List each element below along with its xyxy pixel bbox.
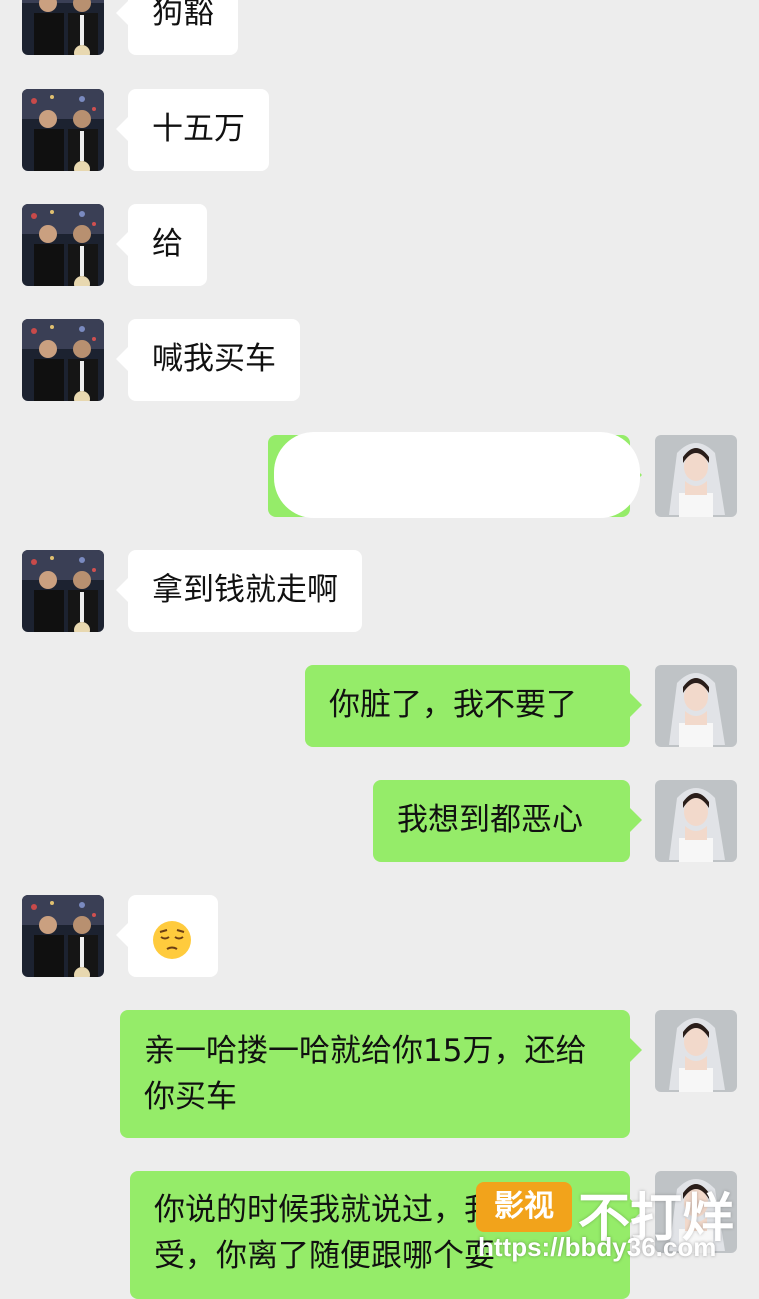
self-avatar[interactable] — [655, 435, 737, 517]
redaction-mark — [274, 432, 640, 518]
incoming-message-bubble[interactable]: 拿到钱就走啊 — [116, 550, 362, 632]
self-avatar[interactable] — [655, 1010, 737, 1092]
pensive-face-emoji — [153, 920, 191, 959]
self-avatar[interactable] — [655, 665, 737, 747]
outgoing-message-bubble[interactable]: 我想到都恶心 — [373, 780, 642, 862]
incoming-message-bubble[interactable] — [116, 895, 218, 977]
outgoing-message-bubble[interactable]: 你脏了，我不要了 — [305, 665, 642, 747]
incoming-message-bubble[interactable]: 喊我买车 — [116, 319, 300, 401]
self-avatar[interactable] — [655, 1171, 737, 1253]
incoming-message-bubble[interactable]: 狗豁 — [116, 0, 238, 55]
contact-avatar[interactable] — [22, 89, 104, 171]
incoming-message-bubble[interactable]: 十五万 — [116, 89, 269, 171]
contact-avatar[interactable] — [22, 204, 104, 286]
contact-avatar[interactable] — [22, 550, 104, 632]
outgoing-message-bubble[interactable]: 亲一哈搂一哈就给你15万，还给你买车 — [120, 1010, 642, 1138]
contact-avatar[interactable] — [22, 895, 104, 977]
contact-avatar[interactable] — [22, 0, 104, 55]
incoming-message-bubble[interactable]: 给 — [116, 204, 207, 286]
contact-avatar[interactable] — [22, 319, 104, 401]
self-avatar[interactable] — [655, 780, 737, 862]
